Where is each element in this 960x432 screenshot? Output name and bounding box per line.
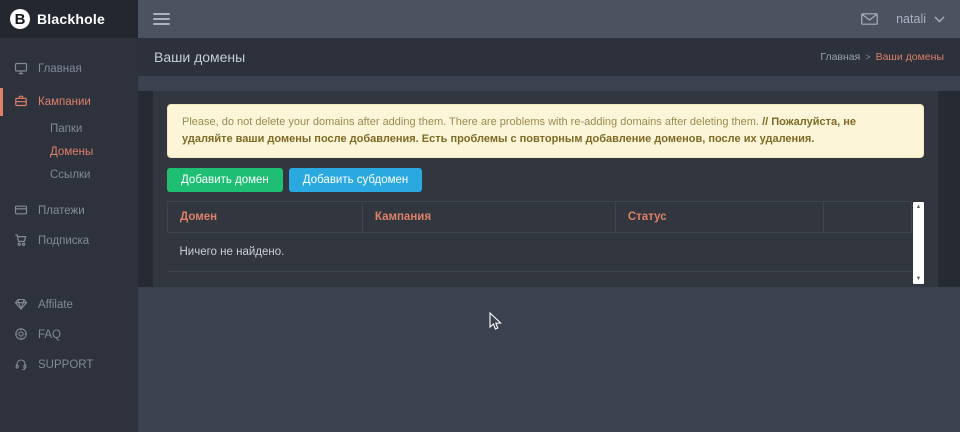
add-subdomain-button[interactable]: Добавить субдомен [289, 168, 422, 192]
domains-card: Please, do not delete your domains after… [153, 91, 938, 287]
column-header-status[interactable]: Статус [615, 202, 823, 233]
column-header-campaign[interactable]: Кампания [362, 202, 615, 233]
table-row: Ничего не найдено. [168, 233, 912, 272]
sidebar-item-payments[interactable]: Платежи [0, 196, 138, 226]
content-area: Please, do not delete your domains after… [138, 91, 960, 287]
brand-logo[interactable]: B Blackhole [0, 0, 138, 38]
sidebar-item-support[interactable]: SUPPORT [0, 350, 138, 380]
column-header-domain[interactable]: Домен [168, 202, 363, 233]
sidebar-item-affiliate[interactable]: Affilate [0, 290, 138, 320]
app-screen: B Blackhole Главная Кампании [0, 0, 960, 432]
add-domain-button[interactable]: Добавить домен [167, 168, 283, 192]
actions-row: Добавить домен Добавить субдомен [167, 168, 924, 192]
monitor-icon [14, 61, 28, 78]
gem-icon [14, 297, 28, 314]
sidebar-item-faq[interactable]: FAQ [0, 320, 138, 350]
scroll-up-icon[interactable]: ▲ [913, 203, 924, 211]
table-header-row: Домен Кампания Статус [168, 202, 912, 233]
sidebar-item-folders[interactable]: Папки [0, 118, 138, 141]
alert-text-en: Please, do not delete your domains after… [182, 116, 762, 128]
scroll-down-icon[interactable]: ▼ [913, 275, 924, 283]
sidebar-menu: Главная Кампании Папки Домены Ссылки [0, 38, 138, 380]
breadcrumb-current: Ваши домены [876, 51, 944, 63]
sidebar-item-campaigns[interactable]: Кампании [0, 88, 138, 116]
sidebar-spacer [0, 256, 138, 290]
table-scrollbar[interactable]: ▲ ▼ [913, 202, 924, 284]
domains-table-container: Домен Кампания Статус Ничего не найдено.… [167, 201, 924, 284]
briefcase-icon [14, 94, 28, 111]
mail-icon[interactable] [861, 13, 878, 25]
breadcrumb-home[interactable]: Главная [820, 51, 860, 63]
page-title: Ваши домены [154, 49, 245, 65]
sidebar-item-label: Подписка [38, 235, 89, 247]
sidebar-item-domains[interactable]: Домены [0, 141, 138, 164]
sidebar-item-home[interactable]: Главная [0, 54, 138, 84]
sidebar-item-label: Платежи [38, 205, 85, 217]
chevron-down-icon [934, 12, 945, 26]
sidebar: B Blackhole Главная Кампании [0, 0, 138, 432]
cart-icon [14, 233, 28, 250]
breadcrumb: Главная > Ваши домены [820, 51, 944, 63]
empty-state-text: Ничего не найдено. [168, 233, 912, 272]
brand-name: Blackhole [37, 11, 105, 27]
menu-toggle-icon[interactable] [153, 10, 170, 28]
mouse-cursor-icon [489, 312, 502, 336]
credit-card-icon [14, 203, 28, 220]
column-header-actions [824, 202, 912, 233]
breadcrumb-separator-icon: > [865, 52, 870, 62]
sidebar-item-label: Affilate [38, 299, 73, 311]
headset-icon [14, 357, 28, 374]
faq-badge-icon [14, 327, 28, 344]
user-menu[interactable]: natali [896, 12, 945, 26]
warning-alert: Please, do not delete your domains after… [167, 104, 924, 158]
sidebar-item-label: FAQ [38, 329, 61, 341]
page-header: Ваши домены Главная > Ваши домены [138, 38, 960, 76]
sidebar-item-label: Главная [38, 63, 82, 75]
brand-logo-icon: B [10, 9, 30, 29]
topbar: natali [138, 0, 960, 38]
sidebar-item-label: Кампании [38, 96, 91, 108]
sidebar-item-label: SUPPORT [38, 359, 93, 371]
sidebar-item-subscription[interactable]: Подписка [0, 226, 138, 256]
sidebar-item-links[interactable]: Ссылки [0, 164, 138, 187]
domains-table: Домен Кампания Статус Ничего не найдено. [167, 201, 912, 272]
username: natali [896, 12, 926, 26]
